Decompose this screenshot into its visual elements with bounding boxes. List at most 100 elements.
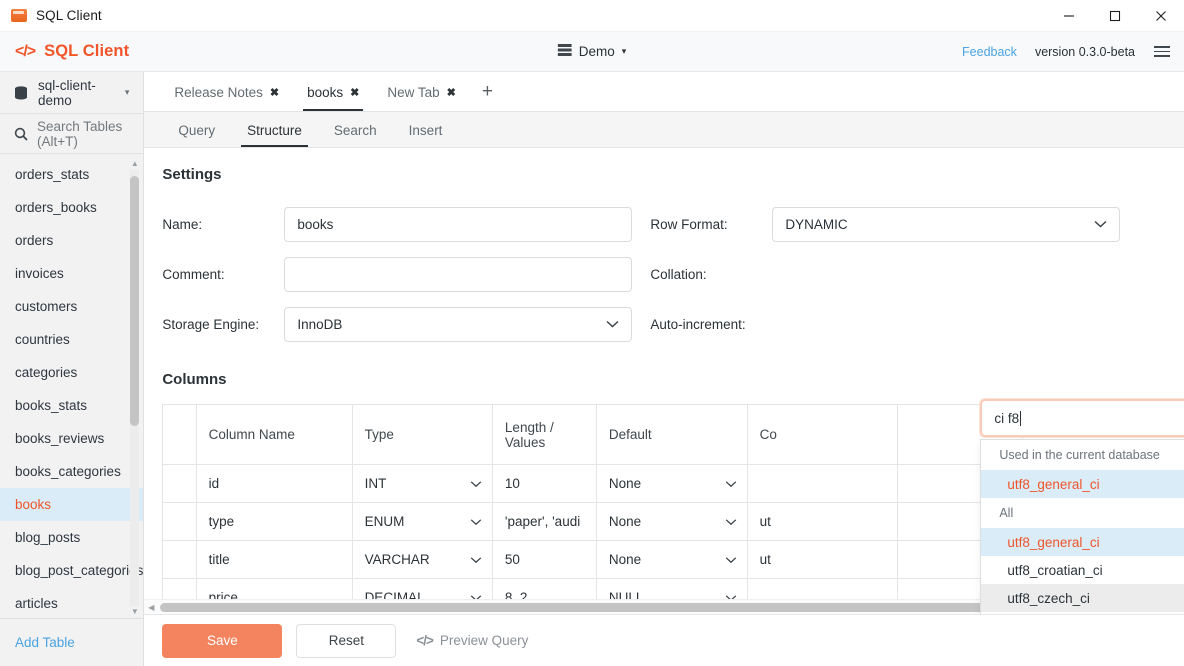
sub-tab-structure[interactable]: Structure	[231, 113, 318, 147]
collation-option[interactable]: utf8_czech_ci	[981, 584, 1184, 612]
sub-tab-insert[interactable]: Insert	[393, 113, 459, 147]
sidebar-table-item[interactable]: books	[0, 488, 144, 521]
row-handle[interactable]	[162, 540, 197, 579]
collation-options-list[interactable]: Used in the current database utf8_general…	[980, 439, 1184, 614]
chevron-down-icon	[725, 518, 737, 525]
chevron-down-icon	[725, 556, 737, 563]
sidebar-table-item[interactable]: books_reviews	[0, 422, 143, 455]
cell-type-select[interactable]: ENUM	[351, 502, 493, 541]
cell-length-values[interactable]: 10	[491, 464, 597, 503]
row-format-select[interactable]: DYNAMIC	[772, 206, 1121, 242]
comment-input[interactable]	[284, 256, 633, 292]
chevron-down-icon	[606, 320, 619, 328]
reset-button[interactable]: Reset	[296, 623, 397, 658]
code-brackets-icon: </>	[416, 633, 434, 648]
sidebar-table-item[interactable]: articles	[0, 587, 143, 618]
connection-label: Demo	[578, 44, 615, 59]
option-group-header[interactable]: All	[981, 498, 1184, 528]
search-placeholder: Search Tables (Alt+T)	[37, 118, 123, 149]
version-label: version 0.3.0-beta	[1034, 44, 1135, 59]
name-input[interactable]: books	[284, 206, 633, 242]
option-group-label: Used in the current database	[999, 448, 1160, 462]
preview-query-label: Preview Query	[439, 633, 529, 648]
collation-option[interactable]: utf8_general_ci	[981, 528, 1184, 556]
hamburger-icon[interactable]	[1153, 43, 1171, 60]
cell-collation[interactable]: ut	[746, 540, 899, 579]
field-row-row-format: Row Format: DYNAMIC	[650, 199, 1121, 249]
row-handle[interactable]	[162, 502, 197, 541]
column-header: Default	[595, 404, 748, 465]
settings-heading: Settings	[162, 166, 222, 183]
column-header: Column Name	[195, 404, 353, 465]
chevron-down-icon	[470, 556, 482, 563]
brand-name: SQL Client	[44, 42, 130, 60]
app-brand[interactable]: </> SQL Client	[15, 42, 129, 61]
sidebar-table-item[interactable]: categories	[0, 356, 143, 389]
row-handle[interactable]	[162, 464, 197, 503]
cell-type-select[interactable]: INT	[351, 464, 493, 503]
sidebar-table-item[interactable]: orders_books	[0, 191, 143, 224]
column-header: Co	[746, 404, 899, 465]
sub-tab-query[interactable]: Query	[162, 113, 231, 147]
sidebar-table-item[interactable]: books_stats	[0, 389, 143, 422]
cell-value: None	[608, 552, 642, 567]
option-group-header[interactable]: Used in the current database	[981, 440, 1184, 470]
cell-collation[interactable]	[746, 464, 899, 503]
cell-column-name[interactable]: title	[195, 540, 353, 579]
editor-tab[interactable]: Release Notes ✖	[160, 73, 293, 111]
cell-column-name[interactable]: type	[195, 502, 353, 541]
cell-column-name[interactable]: id	[195, 464, 353, 503]
scroll-up-arrow-icon[interactable]: ▲	[131, 158, 139, 170]
add-table-link[interactable]: Add Table	[0, 618, 144, 666]
collation-option[interactable]: utf8_danish_ci	[981, 612, 1184, 614]
scroll-down-arrow-icon[interactable]: ▼	[131, 606, 139, 618]
sidebar-table-item[interactable]: countries	[0, 323, 143, 356]
sub-tab-search[interactable]: Search	[318, 113, 393, 147]
option-group-label: All	[999, 506, 1014, 520]
collation-option[interactable]: utf8_croatian_ci	[981, 556, 1184, 584]
maximize-icon[interactable]	[1092, 0, 1138, 32]
cell-default-select[interactable]: None	[595, 502, 748, 541]
scroll-left-arrow-icon[interactable]: ◀	[144, 600, 158, 614]
connection-selector[interactable]: Demo ▾	[557, 44, 626, 59]
close-tab-icon[interactable]: ✖	[447, 86, 456, 99]
cell-default-select[interactable]: None	[595, 464, 748, 503]
sidebar-table-item[interactable]: blog_post_categories	[0, 554, 143, 587]
sidebar-table-item[interactable]: customers	[0, 290, 143, 323]
collation-option[interactable]: utf8_general_ci	[981, 470, 1184, 498]
database-selector[interactable]: sql-client-demo ▾	[0, 72, 144, 114]
scrollbar-thumb[interactable]	[130, 176, 140, 426]
sidebar-table-item[interactable]: blog_posts	[0, 521, 143, 554]
save-button[interactable]: Save	[162, 623, 283, 658]
storage-engine-label: Storage Engine:	[162, 316, 260, 332]
collation-input[interactable]: ci f8	[980, 399, 1184, 437]
table-list-scrollbar[interactable]: ▲ ▼	[128, 158, 141, 618]
structure-sub-tab-bar: Query Structure Search Insert	[144, 112, 1184, 148]
storage-engine-value: InnoDB	[297, 316, 343, 332]
minimize-icon[interactable]	[1046, 0, 1092, 32]
editor-tab[interactable]: New Tab ✖	[373, 73, 470, 111]
preview-query-button[interactable]: </> Preview Query	[416, 633, 528, 648]
sidebar-table-item[interactable]: invoices	[0, 257, 143, 290]
cell-type-select[interactable]: VARCHAR	[351, 540, 493, 579]
storage-engine-select[interactable]: InnoDB	[284, 306, 633, 342]
cell-default-select[interactable]: None	[595, 540, 748, 579]
cell-collation[interactable]: ut	[746, 502, 899, 541]
cell-value: VARCHAR	[364, 552, 430, 567]
search-tables-input[interactable]: Search Tables (Alt+T)	[0, 114, 144, 154]
sidebar-table-item[interactable]: orders_stats	[0, 158, 143, 191]
add-tab-button[interactable]: +	[470, 73, 505, 111]
sidebar-table-item[interactable]: orders	[0, 224, 143, 257]
close-tab-icon[interactable]: ✖	[270, 86, 279, 99]
cell-length-values[interactable]: 50	[491, 540, 597, 579]
sidebar-table-item[interactable]: books_categories	[0, 455, 143, 488]
table-list[interactable]: orders_stats orders_books orders invoices cu…	[0, 154, 144, 618]
close-tab-icon[interactable]: ✖	[350, 86, 359, 99]
close-icon[interactable]	[1138, 0, 1184, 32]
settings-column-left: Name: books Comment: Storage Engine: Inn	[162, 199, 633, 349]
cell-length-values[interactable]: 'paper', 'audi	[491, 502, 597, 541]
editor-tab[interactable]: books ✖	[293, 73, 373, 111]
collation-combobox[interactable]: ci f8 Used in the current database utf8_g…	[980, 399, 1184, 614]
scrollbar-thumb[interactable]	[160, 603, 991, 612]
feedback-link[interactable]: Feedback	[962, 45, 1017, 59]
